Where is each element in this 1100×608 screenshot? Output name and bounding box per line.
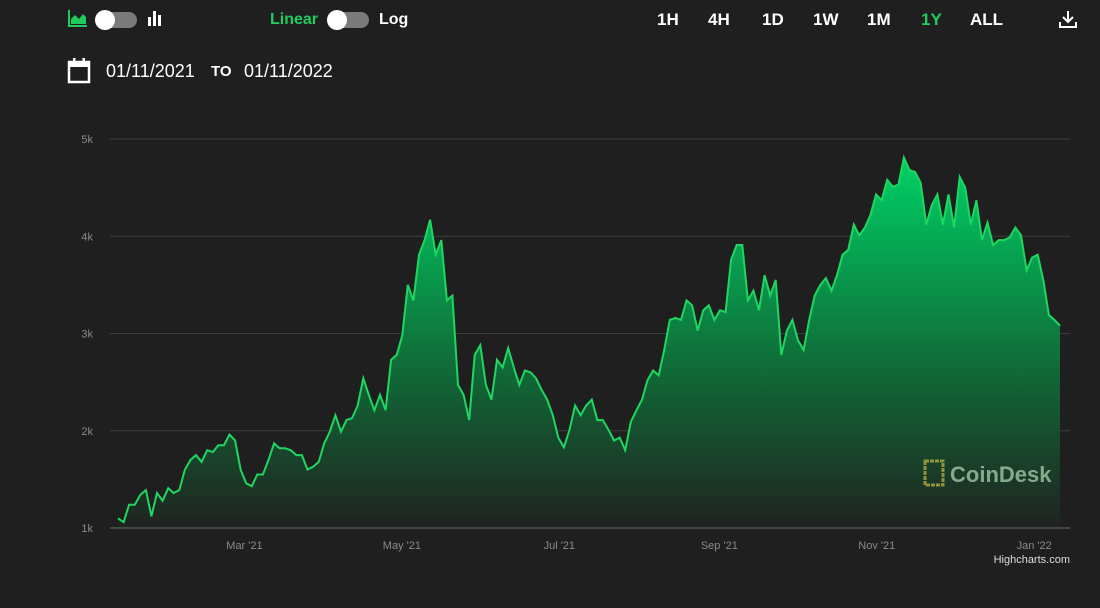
y-tick-label: 4k xyxy=(81,231,93,243)
x-tick-label: Sep '21 xyxy=(701,540,738,552)
x-tick-label: May '21 xyxy=(383,540,421,552)
svg-text:CoinDesk: CoinDesk xyxy=(950,462,1052,487)
x-tick-label: Nov '21 xyxy=(858,540,895,552)
x-tick-label: Jan '22 xyxy=(1017,540,1052,552)
highcharts-credit[interactable]: Highcharts.com xyxy=(994,554,1070,566)
coindesk-watermark: CoinDesk xyxy=(923,459,1052,487)
x-tick-label: Jul '21 xyxy=(544,540,575,552)
price-chart: Mar '21 May '21 Jul '21 Sep '21 Nov '21 Jan '… xyxy=(81,134,1070,566)
y-tick-label: 5k xyxy=(81,134,93,146)
price-area xyxy=(118,157,1060,528)
y-tick-label: 1k xyxy=(81,523,93,535)
x-tick-label: Mar '21 xyxy=(226,540,262,552)
y-tick-label: 3k xyxy=(81,329,93,341)
y-tick-label: 2k xyxy=(81,426,93,438)
